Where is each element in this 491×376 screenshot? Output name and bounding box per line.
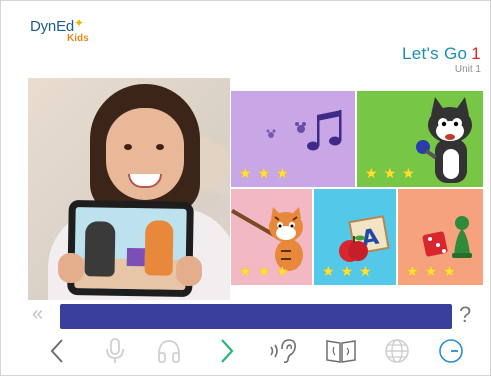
star-icon: ★ [257, 165, 271, 181]
back-icon [50, 339, 63, 363]
lesson-tile-abc[interactable]: A ★ ★ ★ [314, 189, 396, 285]
course-number: 1 [471, 44, 481, 63]
lesson-tile-tiger[interactable]: ★ ★ ★ [231, 189, 312, 285]
star-rating: ★ ★ ★ [365, 166, 415, 180]
star-icon: ★ [443, 263, 456, 279]
book-button[interactable] [324, 334, 358, 368]
star-icon: ★ [276, 263, 289, 279]
star-icon: ★ [239, 165, 252, 181]
star-rating: ★ ★ ★ [406, 264, 456, 278]
rewind-button[interactable]: « [32, 304, 43, 324]
star-rating: ★ ★ ★ [239, 264, 289, 278]
course-title: Let's Go 1 [402, 44, 481, 64]
tablet-image [67, 199, 194, 298]
star-rating: ★ ★ ★ [239, 166, 289, 180]
logo-star-icon: ✦ [74, 16, 85, 30]
clock-icon [439, 339, 463, 363]
progress-bar[interactable] [60, 304, 452, 329]
next-icon [221, 339, 234, 363]
book-icon [326, 340, 356, 363]
microphone-icon [106, 338, 124, 363]
course-name: Let's Go [402, 44, 468, 63]
next-button[interactable] [210, 334, 244, 368]
star-icon: ★ [359, 263, 372, 279]
globe-button[interactable] [380, 334, 414, 368]
star-icon: ★ [322, 263, 335, 279]
logo-subtext: Kids [67, 33, 89, 44]
tablet-black-cat [84, 221, 116, 277]
star-icon: ★ [257, 263, 271, 279]
globe-icon [385, 339, 409, 363]
listen-button[interactable] [266, 334, 300, 368]
star-rating: ★ ★ ★ [322, 264, 372, 278]
dyned-kids-logo: DynEd✦ Kids [30, 16, 89, 44]
timer-button[interactable] [434, 334, 468, 368]
lesson-tile-game[interactable]: ★ ★ ★ [398, 189, 483, 285]
girl-hand-right [176, 256, 202, 286]
tablet-screen [74, 207, 187, 290]
tablet-gift [126, 247, 146, 267]
star-icon: ★ [276, 165, 289, 181]
hero-photo [28, 78, 230, 300]
star-icon: ★ [239, 263, 252, 279]
star-icon: ★ [383, 165, 397, 181]
help-button[interactable]: ? [459, 302, 471, 328]
playback-button[interactable] [152, 334, 186, 368]
star-icon: ★ [406, 263, 419, 279]
headphones-icon [158, 340, 180, 363]
star-icon: ★ [402, 165, 415, 181]
lesson-tile-cat[interactable]: ★ ★ ★ [357, 91, 483, 187]
girl-eye-left [124, 144, 132, 150]
star-icon: ★ [424, 263, 438, 279]
girl-eye-right [156, 144, 164, 150]
tablet-orange-cat [144, 220, 174, 276]
lesson-tile-music[interactable]: ★ ★ ★ [231, 91, 355, 187]
ear-icon [270, 339, 296, 364]
girl-hand-left [58, 253, 84, 283]
bottom-toolbar [40, 334, 480, 368]
star-icon: ★ [365, 165, 378, 181]
unit-label: Unit 1 [454, 64, 481, 75]
record-button[interactable] [98, 334, 132, 368]
star-icon: ★ [340, 263, 354, 279]
back-button[interactable] [40, 334, 74, 368]
